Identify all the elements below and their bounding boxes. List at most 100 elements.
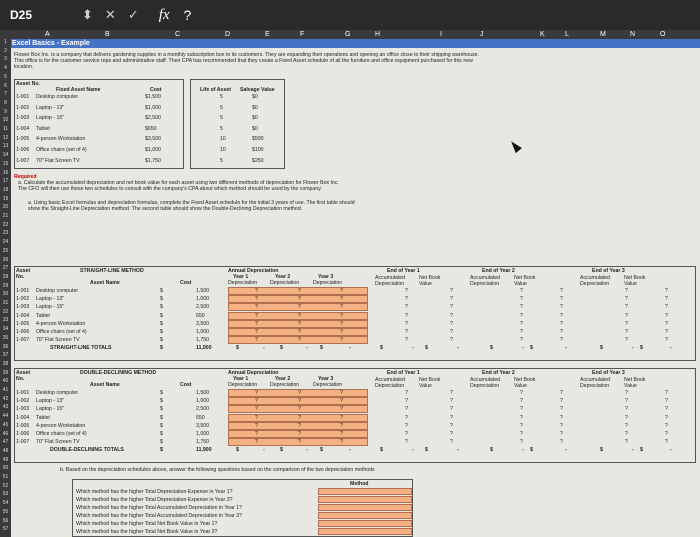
row-number[interactable]: 19 [0,196,11,202]
row-number[interactable]: 34 [0,326,11,332]
spreadsheet[interactable]: A B C D E F G H I J K L M N O Excel Basics - Example 1… [0,30,700,537]
column-letter[interactable]: B [105,30,110,39]
formula-input[interactable]: ? [184,7,192,23]
row-number[interactable]: 40 [0,378,11,384]
row-number[interactable]: 42 [0,396,11,402]
fx-button[interactable]: fx [159,7,170,24]
row-number[interactable]: 31 [0,300,11,306]
salvage-cell: $250 [252,157,264,164]
row-number[interactable]: 37 [0,352,11,358]
row-number[interactable]: 32 [0,309,11,315]
row-number[interactable]: 56 [0,518,11,524]
currency-cell: $ [160,304,163,311]
row-number[interactable]: 22 [0,222,11,228]
row-number[interactable]: 44 [0,413,11,419]
placeholder-cell: ? [520,422,523,429]
row-number[interactable]: 41 [0,387,11,393]
row-number[interactable]: 16 [0,170,11,176]
row-number[interactable]: 20 [0,204,11,210]
row-number[interactable]: 27 [0,265,11,271]
row-number[interactable]: 1 [0,39,11,45]
column-letter[interactable]: I [440,30,442,39]
row-number[interactable]: 39 [0,370,11,376]
row-number[interactable]: 28 [0,274,11,280]
row-number[interactable]: 6 [0,83,11,89]
row-number[interactable]: 35 [0,335,11,341]
row-number[interactable]: 18 [0,187,11,193]
cancel-x-icon[interactable]: ✕ [105,8,116,23]
row-number[interactable]: 23 [0,230,11,236]
name-box[interactable]: D25 [0,8,70,22]
column-letter[interactable]: D [225,30,230,39]
required-a-line-2: The CFO will then use these two schedule… [18,186,322,192]
row-number[interactable]: 14 [0,152,11,158]
placeholder-cell: ? [405,422,408,429]
method-label: DOUBLE-DECLINING METHOD [80,370,157,376]
row-number[interactable]: 21 [0,213,11,219]
end-year-label: End of Year 3 [592,268,625,274]
currency-cell: $ [160,329,163,335]
column-letter[interactable]: N [630,30,635,39]
placeholder-cell: ? [298,439,301,446]
dropdown-arrows-icon[interactable]: ⬍ [82,8,93,23]
row-number[interactable]: 15 [0,161,11,167]
cost-value-cell: 1,000 [196,431,209,437]
row-number[interactable]: 49 [0,457,11,463]
row-number[interactable]: 2 [0,48,11,54]
row-number[interactable]: 7 [0,91,11,97]
row-number[interactable]: 24 [0,239,11,245]
row-number[interactable]: 52 [0,483,11,489]
column-letter[interactable]: O [660,30,665,39]
column-letter[interactable]: K [540,30,545,39]
row-number[interactable]: 45 [0,422,11,428]
currency-cell: $ [490,345,493,352]
column-letter[interactable]: L [565,30,569,39]
row-number[interactable]: 25 [0,248,11,254]
column-letter[interactable]: G [345,30,350,39]
row-number[interactable]: 55 [0,509,11,515]
row-number[interactable]: 48 [0,448,11,454]
row-number[interactable]: 50 [0,465,11,471]
cost-cell: $1,500 [145,94,161,100]
column-letter[interactable]: A [45,30,50,39]
row-number[interactable]: 46 [0,431,11,437]
column-letter[interactable]: E [265,30,270,39]
confirm-check-icon[interactable]: ✓ [128,8,139,23]
row-number[interactable]: 57 [0,526,11,532]
row-number[interactable]: 9 [0,109,11,115]
column-letter[interactable]: H [375,30,380,39]
row-number[interactable]: 36 [0,344,11,350]
row-number[interactable]: 17 [0,178,11,184]
currency-cell: $ [425,447,428,454]
column-letter[interactable]: C [175,30,180,39]
row-number[interactable]: 43 [0,404,11,410]
row-number[interactable]: 4 [0,65,11,71]
totals-label: STRAIGHT-LINE TOTALS [50,345,112,352]
row-number[interactable]: 47 [0,439,11,445]
row-number[interactable]: 29 [0,283,11,289]
placeholder-cell: ? [405,431,408,437]
placeholder-cell: ? [298,320,301,327]
row-number[interactable]: 3 [0,56,11,62]
row-number[interactable]: 53 [0,491,11,497]
row-number[interactable]: 26 [0,257,11,263]
row-number[interactable]: 54 [0,500,11,506]
row-number[interactable]: 51 [0,474,11,480]
row-number[interactable]: 38 [0,361,11,367]
row-number[interactable]: 12 [0,135,11,141]
row-number[interactable]: 8 [0,100,11,106]
column-letter[interactable]: J [480,30,484,39]
total-dash-cell: - [412,447,414,454]
asset-name-cell: Tablet [36,312,50,319]
row-number[interactable]: 33 [0,317,11,323]
row-number[interactable]: 30 [0,291,11,297]
row-number[interactable]: 11 [0,126,11,132]
row-number[interactable]: 5 [0,74,11,80]
end-year-label: End of Year 1 [387,370,420,376]
column-letter[interactable]: M [600,30,606,39]
column-letter[interactable]: F [300,30,304,39]
placeholder-cell: ? [520,406,523,413]
placeholder-cell: ? [665,296,668,303]
row-number[interactable]: 10 [0,117,11,123]
row-number[interactable]: 13 [0,143,11,149]
